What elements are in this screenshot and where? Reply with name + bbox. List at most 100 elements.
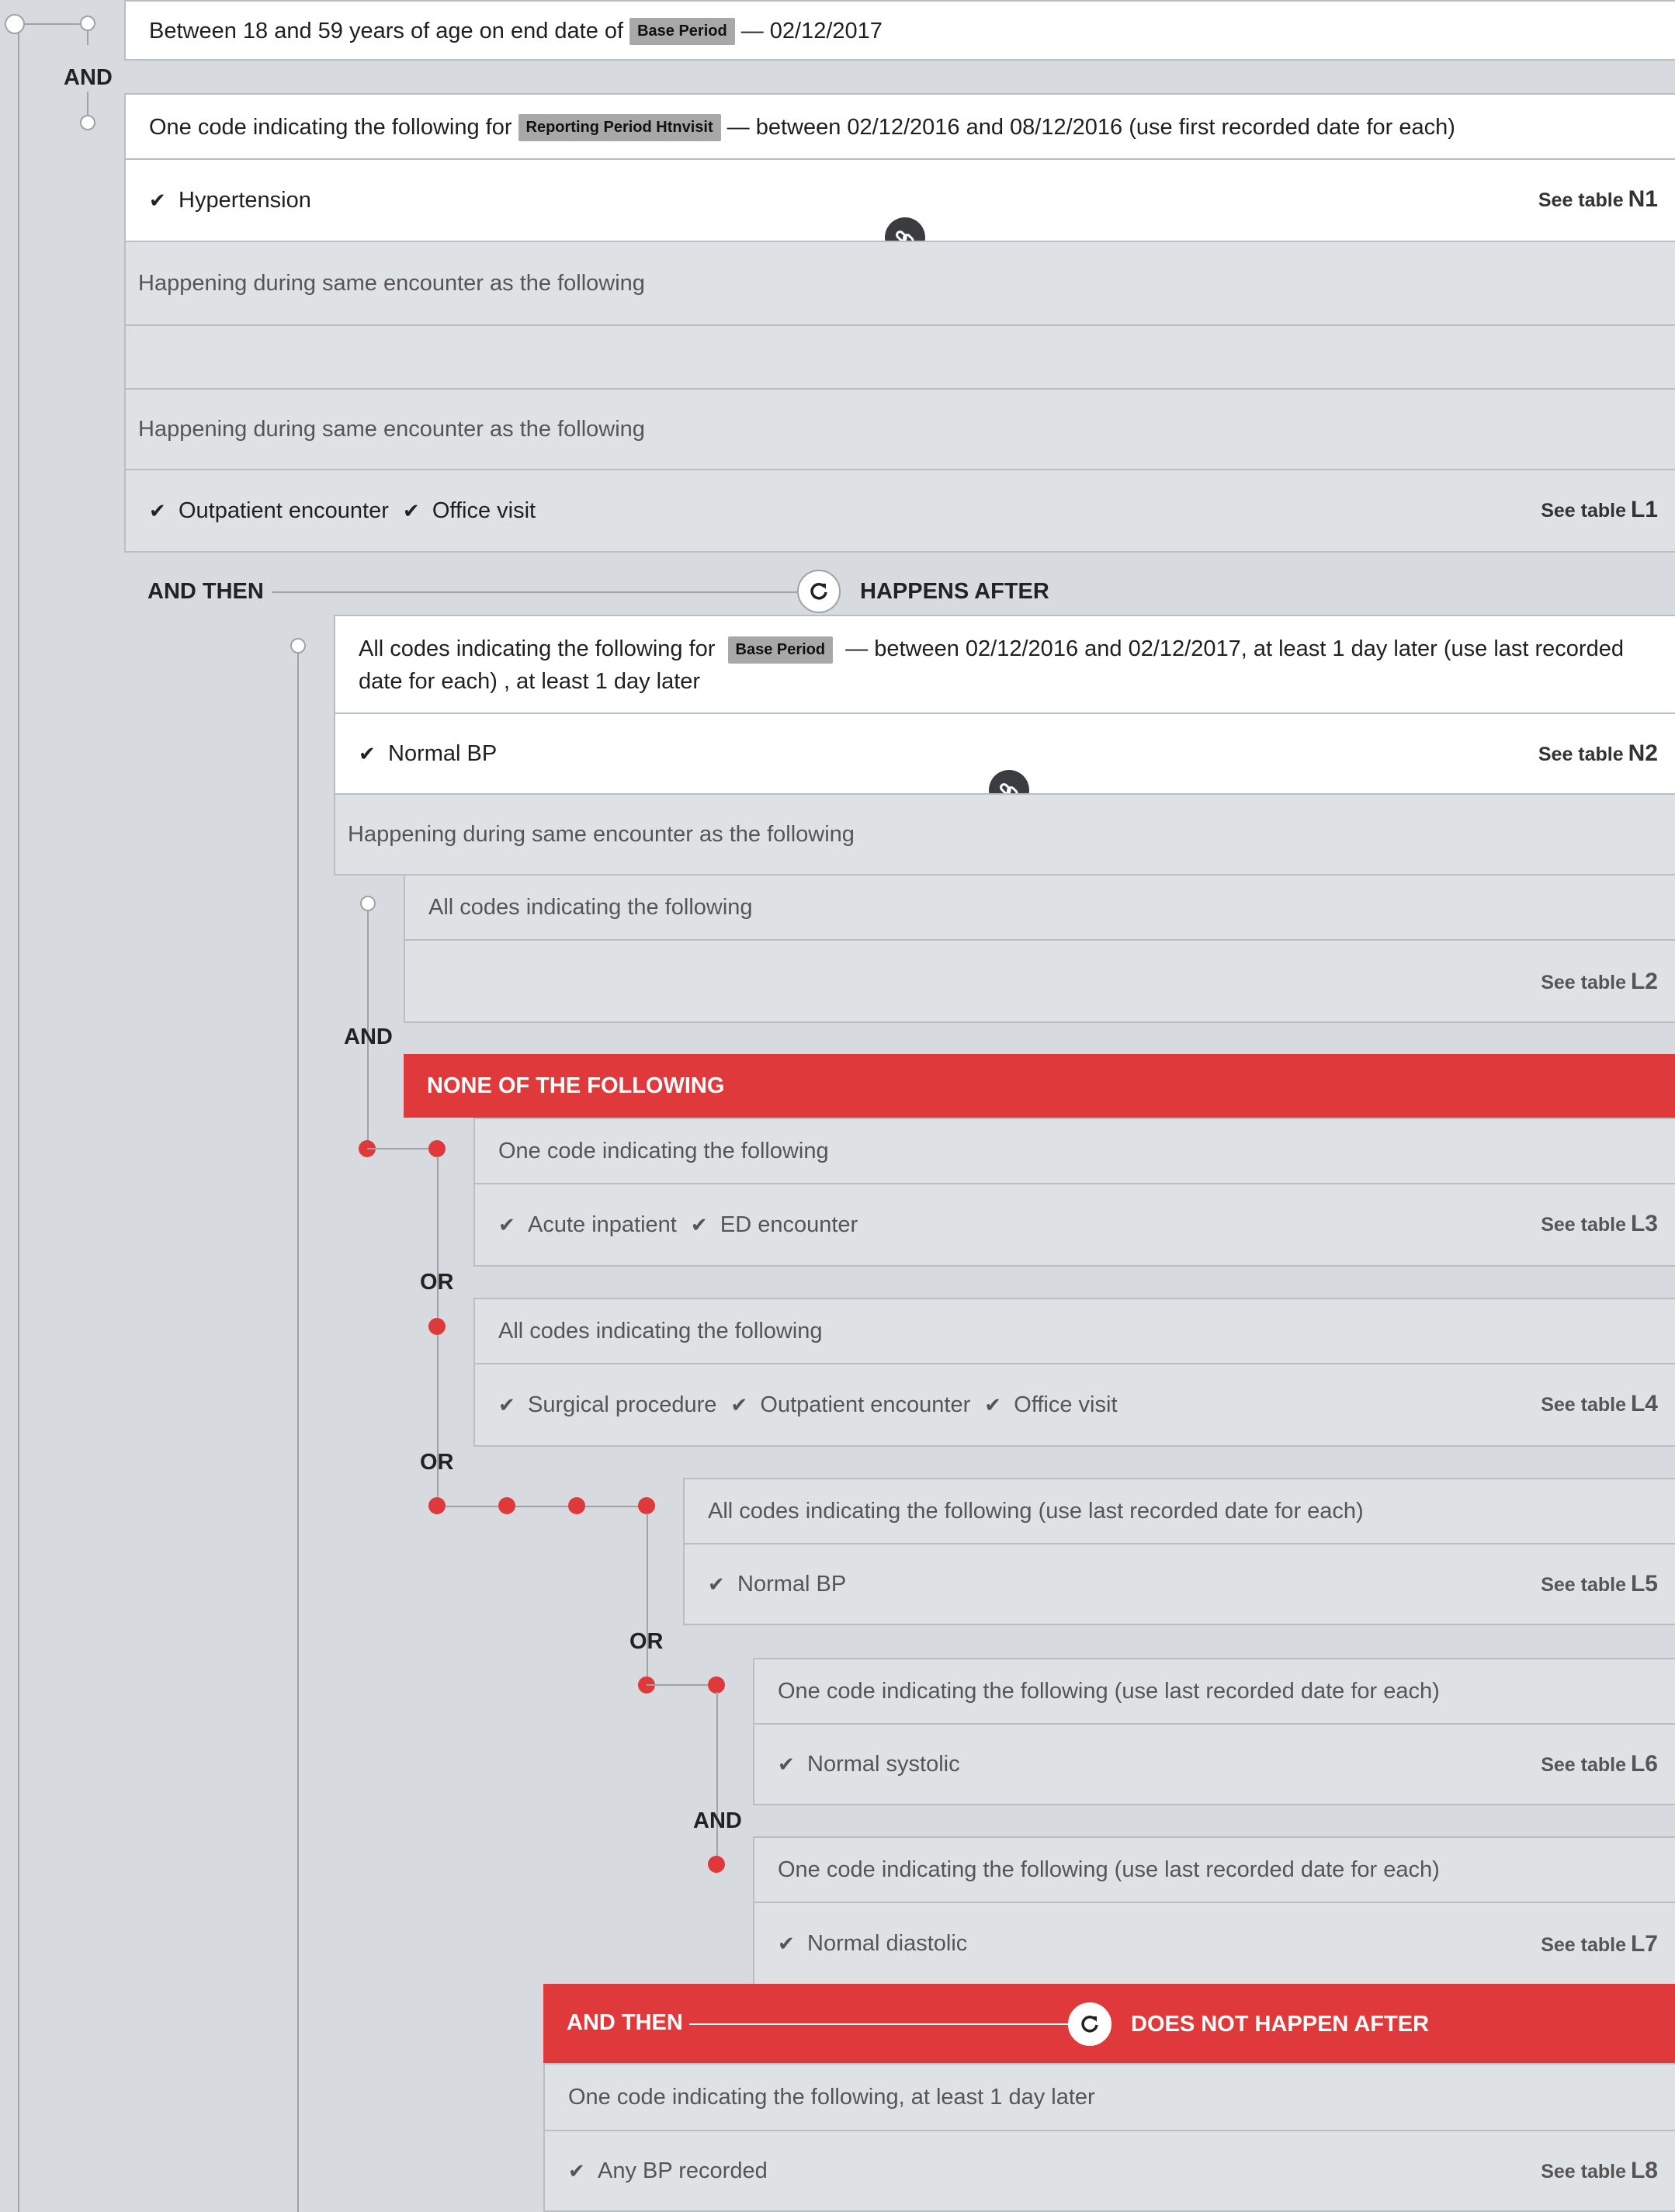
l8-header[interactable]: One code indicating the following, at le… [543, 2063, 1675, 2131]
refresh-icon[interactable] [797, 570, 841, 613]
and-then-line [272, 591, 799, 593]
node-crit2 [290, 638, 306, 654]
root-node [5, 14, 25, 34]
l4-header[interactable]: All codes indicating the following [473, 1298, 1675, 1364]
check-icon: ✔ [498, 1392, 515, 1416]
top-connector [18, 23, 88, 25]
check-icon: ✔ [149, 188, 166, 212]
and-label-1: AND [64, 65, 113, 90]
happens-after-label: HAPPENS AFTER [860, 579, 1049, 604]
crit1-header[interactable]: One code indicating the following for Re… [124, 93, 1675, 160]
l7-header[interactable]: One code indicating the following (use l… [753, 1836, 1675, 1903]
check-icon: ✔ [708, 1572, 725, 1596]
all-codes-header[interactable]: All codes indicating the following [404, 874, 1675, 941]
l6-header[interactable]: One code indicating the following (use l… [753, 1658, 1675, 1725]
node-age [80, 16, 95, 31]
reporting-period-tag[interactable]: Reporting Period Htnvisit [518, 113, 721, 141]
code-normal-systolic: Normal systolic [807, 1751, 960, 1777]
l4-codes[interactable]: ✔ Surgical procedure ✔ Outpatient encoun… [473, 1363, 1675, 1447]
empty-row [124, 324, 1675, 390]
l6-tree-line [716, 1692, 718, 1864]
all-codes-table[interactable]: See table L2 [404, 939, 1675, 1023]
red-node [498, 1497, 515, 1514]
red-node [428, 1497, 446, 1514]
crit2-prefix: All codes indicating the following for [359, 636, 716, 662]
l6-codes[interactable]: ✔ Normal systolic See table L6 [753, 1723, 1675, 1805]
see-table-l7[interactable]: See table L7 [1541, 1931, 1658, 1957]
crit2-line2: date for each) , at least 1 day later [359, 669, 701, 694]
check-icon: ✔ [149, 498, 166, 522]
code-hypertension: Hypertension [179, 187, 311, 213]
red-node [428, 1140, 446, 1157]
code-office-visit: Office visit [1014, 1392, 1118, 1417]
code-surgical: Surgical procedure [528, 1392, 717, 1417]
crit1-suffix: — between 02/12/2016 and 08/12/2016 (use… [727, 114, 1455, 140]
check-icon: ✔ [568, 2158, 585, 2183]
see-table-n1[interactable]: See table N1 [1538, 186, 1658, 213]
refresh-icon[interactable] [1068, 2002, 1111, 2046]
crit2-tree-line [297, 644, 299, 2212]
see-table-l4[interactable]: See table L4 [1541, 1391, 1658, 1417]
code-normal-bp: Normal BP [388, 740, 498, 766]
and-then-label-2: AND THEN [567, 2010, 683, 2035]
age-criterion[interactable]: Between 18 and 59 years of age on end da… [124, 0, 1675, 61]
l7-codes[interactable]: ✔ Normal diastolic See table L7 [753, 1902, 1675, 1985]
and-label-2: AND [344, 1025, 393, 1049]
or-label-1: OR [420, 1270, 454, 1295]
red-node [708, 1676, 725, 1694]
check-icon: ✔ [730, 1392, 748, 1416]
see-table-l5[interactable]: See table L5 [1541, 1571, 1658, 1597]
and-connector [87, 31, 88, 45]
see-table-l2[interactable]: See table L2 [1541, 969, 1658, 995]
does-not-happen-after-label: DOES NOT HAPPEN AFTER [1131, 2012, 1430, 2037]
main-tree-line [18, 23, 19, 2212]
l8-codes[interactable]: ✔ Any BP recorded See table L8 [543, 2130, 1675, 2212]
crit1-prefix: One code indicating the following for [149, 114, 512, 140]
red-connector [367, 1148, 437, 1149]
none-of-following-bar[interactable]: NONE OF THE FOLLOWING [404, 1054, 1675, 1118]
base-period-tag[interactable]: Base Period [727, 636, 834, 664]
age-date: — 02/12/2017 [740, 18, 883, 43]
code-acute-inpatient: Acute inpatient [528, 1212, 677, 1237]
l5-header[interactable]: All codes indicating the following (use … [683, 1478, 1675, 1545]
see-table-n2[interactable]: See table N2 [1538, 740, 1658, 767]
check-icon: ✔ [778, 1931, 795, 1955]
red-chain-line [437, 1506, 648, 1507]
l3-header[interactable]: One code indicating the following [473, 1118, 1675, 1184]
red-node [638, 1497, 655, 1514]
check-icon: ✔ [984, 1392, 1002, 1416]
code-outpatient: Outpatient encounter [179, 498, 389, 523]
crit2-suffix: — between 02/12/2016 and 02/12/2017, at … [845, 636, 1624, 662]
red-node [568, 1497, 585, 1514]
l5-codes[interactable]: ✔ Normal BP See table L5 [683, 1543, 1675, 1625]
same-encounter-1: Happening during same encounter as the f… [124, 241, 1675, 326]
check-icon: ✔ [359, 741, 376, 765]
base-period-tag[interactable]: Base Period [629, 17, 735, 45]
and-then-label: AND THEN [147, 579, 264, 604]
or-label-2: OR [420, 1450, 454, 1475]
node-all-codes [360, 896, 376, 911]
see-table-l1[interactable]: See table L1 [1541, 497, 1658, 523]
crit2-header[interactable]: All codes indicating the following for B… [334, 615, 1675, 714]
check-icon: ✔ [402, 498, 420, 522]
node-crit1 [80, 115, 95, 130]
crit1-visit-codes[interactable]: ✔ Outpatient encounter ✔ Office visit Se… [124, 469, 1675, 553]
check-icon: ✔ [498, 1212, 515, 1236]
same-encounter-2: Happening during same encounter as the f… [124, 388, 1675, 470]
code-outpatient: Outpatient encounter [760, 1392, 971, 1417]
age-text: Between 18 and 59 years of age on end da… [149, 18, 624, 43]
red-node [428, 1318, 446, 1335]
check-icon: ✔ [690, 1212, 708, 1236]
l5-tree-line [647, 1513, 648, 1684]
and-label-3: AND [693, 1808, 742, 1833]
code-office-visit: Office visit [432, 498, 536, 523]
l3-codes[interactable]: ✔ Acute inpatient ✔ ED encounter See tab… [473, 1183, 1675, 1267]
code-any-bp: Any BP recorded [598, 2158, 768, 2183]
red-connector [647, 1684, 716, 1686]
red-node [708, 1856, 725, 1873]
code-ed-encounter: ED encounter [720, 1212, 858, 1237]
see-table-l8[interactable]: See table L8 [1541, 2158, 1658, 2184]
code-normal-diastolic: Normal diastolic [807, 1930, 968, 1956]
see-table-l6[interactable]: See table L6 [1541, 1751, 1658, 1777]
see-table-l3[interactable]: See table L3 [1541, 1211, 1658, 1237]
